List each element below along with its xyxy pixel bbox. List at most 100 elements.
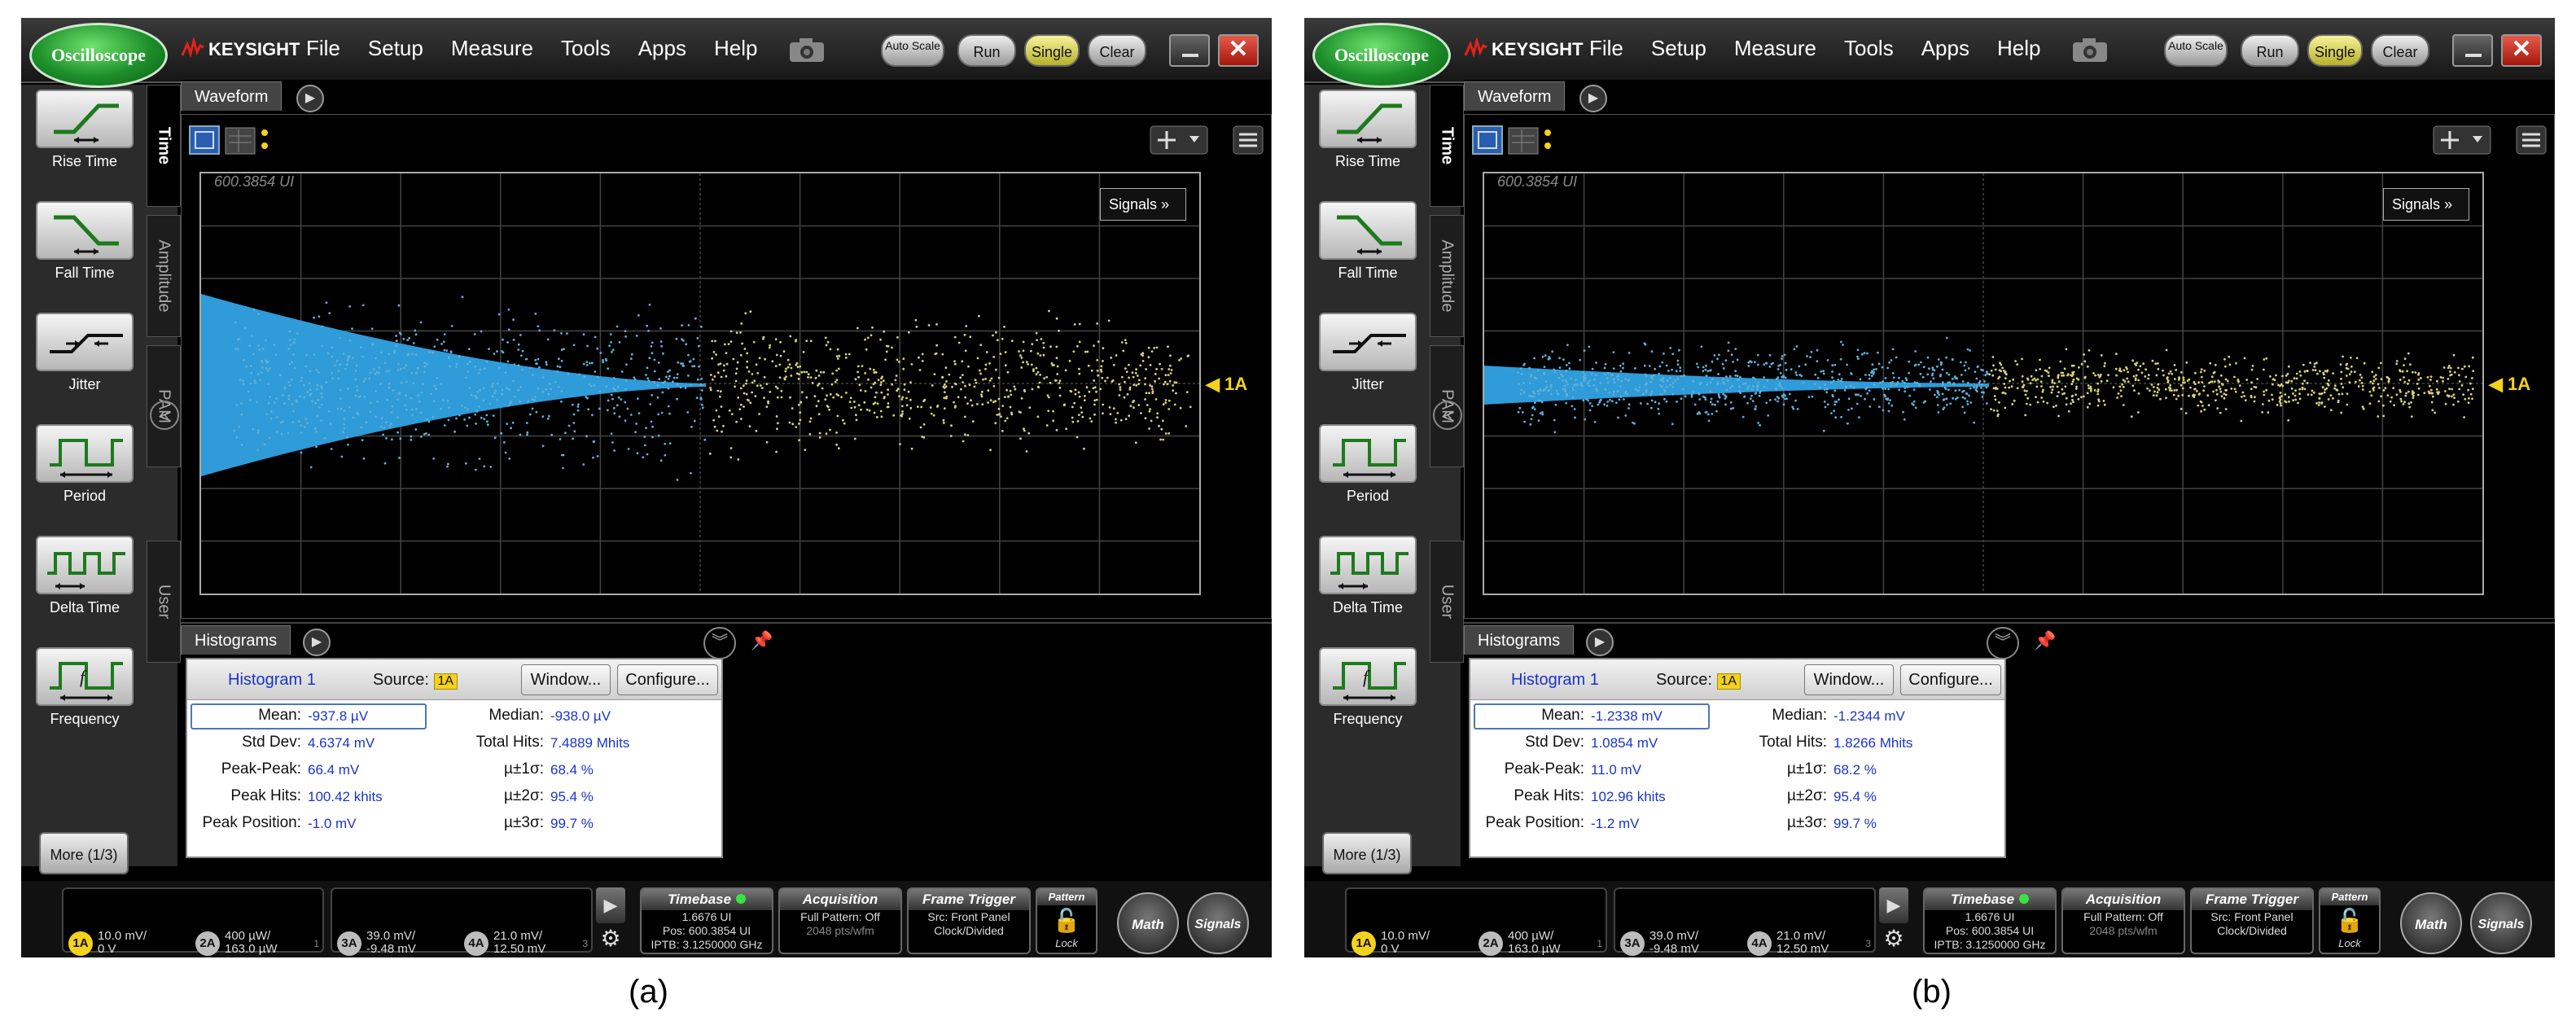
menu-apps[interactable]: Apps: [1921, 36, 1969, 61]
menu-help[interactable]: Help: [714, 36, 757, 61]
channel-badge[interactable]: 1A: [1352, 931, 1376, 956]
math-button[interactable]: Math: [2400, 892, 2462, 954]
oscilloscope-badge[interactable]: Oscilloscope: [1312, 23, 1451, 88]
channel-marker[interactable]: ◀ 1A: [1206, 374, 1247, 395]
measure-period[interactable]: Period: [1319, 424, 1417, 505]
tab-user[interactable]: User: [1430, 541, 1464, 663]
more-button[interactable]: More (1/3): [1322, 832, 1412, 874]
menu-setup[interactable]: Setup: [1651, 36, 1706, 61]
signals-dropdown[interactable]: Signals »: [1100, 188, 1186, 221]
pattern-lock-box[interactable]: Pattern 🔓 Lock: [2319, 887, 2381, 954]
collapse-panel-button[interactable]: ︾: [703, 627, 736, 659]
pin-icon[interactable]: 📌: [2034, 630, 2056, 651]
channel-badge[interactable]: 4A: [464, 931, 488, 956]
measure-jitter[interactable]: Jitter: [36, 313, 134, 393]
close-button[interactable]: ✕: [2501, 34, 2542, 67]
histograms-tab[interactable]: Histograms: [1464, 625, 1575, 655]
timebase-box[interactable]: Timebase 1.6676 UI Pos: 600.3854 UI IPTB: 3…: [640, 887, 773, 954]
channel-group[interactable]: 3A 39.0 mV/-9.48 mV 4A 21.0 mV/12.50 mV 3: [1614, 887, 1876, 956]
timebase-box[interactable]: Timebase 1.6676 UI Pos: 600.3854 UI IPTB: 3…: [1923, 887, 2057, 954]
channel-scroll-button[interactable]: ▶: [1879, 887, 1908, 923]
measure-fall-time[interactable]: Fall Time: [36, 201, 134, 282]
frame-trigger-box[interactable]: Frame Trigger Src: Front Panel Clock/Divid…: [2190, 887, 2314, 954]
waveform-tab[interactable]: Waveform: [1464, 81, 1566, 111]
source-badge[interactable]: 1A: [1716, 673, 1741, 690]
collapse-panel-button[interactable]: ︾: [1987, 627, 2019, 659]
collapse-sidebar-button[interactable]: «: [1433, 401, 1462, 430]
waveform-tab[interactable]: Waveform: [181, 81, 283, 111]
waveform-plot[interactable]: 600.3854 UI: [199, 172, 1201, 595]
histograms-play-icon[interactable]: ▶: [303, 629, 331, 656]
gear-icon[interactable]: ⚙: [596, 925, 625, 954]
histogram-name[interactable]: Histogram 1: [1511, 671, 1599, 690]
clear-button[interactable]: Clear: [2371, 34, 2429, 67]
measure-rise-time[interactable]: Rise Time: [36, 90, 134, 170]
pin-icon[interactable]: 📌: [751, 630, 773, 651]
tab-user[interactable]: User: [147, 541, 181, 663]
channel-badge[interactable]: 3A: [337, 931, 361, 956]
run-button[interactable]: Run: [957, 34, 1016, 67]
source-badge[interactable]: 1A: [433, 673, 458, 690]
frame-trigger-box[interactable]: Frame Trigger Src: Front Panel Clock/Divid…: [907, 887, 1031, 954]
tab-amplitude[interactable]: Amplitude: [1430, 215, 1464, 337]
oscilloscope-badge[interactable]: Oscilloscope: [29, 23, 168, 88]
single-button[interactable]: Single: [2307, 34, 2363, 67]
measure-period[interactable]: Period: [36, 424, 134, 505]
histograms-tab[interactable]: Histograms: [181, 625, 291, 655]
menu-tools[interactable]: Tools: [561, 36, 611, 61]
tab-amplitude[interactable]: Amplitude: [147, 215, 181, 337]
menu-icon[interactable]: [2515, 125, 2549, 157]
acquisition-box[interactable]: Acquisition Full Pattern: Off 2048 pts/wfm: [778, 887, 902, 954]
waveform-plot[interactable]: 600.3854 UI: [1483, 172, 2484, 595]
minimize-button[interactable]: [1169, 34, 1210, 67]
histogram-name[interactable]: Histogram 1: [228, 671, 316, 690]
measure-jitter[interactable]: Jitter: [1319, 313, 1417, 393]
signals-button[interactable]: Signals: [1187, 892, 1249, 954]
window-button[interactable]: Window...: [521, 664, 611, 695]
measure-frequency[interactable]: f Frequency: [1319, 647, 1417, 728]
pan-zoom-icon[interactable]: [2432, 125, 2497, 157]
menu-icon[interactable]: [1232, 125, 1266, 157]
clear-button[interactable]: Clear: [1088, 34, 1146, 67]
math-button[interactable]: Math: [1117, 892, 1179, 954]
close-button[interactable]: ✕: [1218, 34, 1259, 67]
menu-file[interactable]: File: [306, 36, 340, 61]
auto-scale-button[interactable]: Auto Scale: [881, 34, 944, 67]
histograms-play-icon[interactable]: ▶: [1586, 629, 1614, 656]
menu-measure[interactable]: Measure: [451, 36, 533, 61]
menu-apps[interactable]: Apps: [638, 36, 686, 61]
channel-badge[interactable]: 2A: [1479, 931, 1503, 956]
tab-time[interactable]: Time: [1430, 85, 1464, 207]
tab-time[interactable]: Time: [147, 85, 181, 207]
menu-file[interactable]: File: [1589, 36, 1623, 61]
menu-setup[interactable]: Setup: [368, 36, 423, 61]
channel-marker[interactable]: ◀ 1A: [2489, 374, 2530, 395]
channel-badge[interactable]: 1A: [68, 931, 93, 956]
menu-measure[interactable]: Measure: [1734, 36, 1816, 61]
collapse-sidebar-button[interactable]: «: [150, 401, 179, 430]
window-button[interactable]: Window...: [1804, 664, 1894, 695]
measure-delta-time[interactable]: Delta Time: [36, 536, 134, 616]
channel-group[interactable]: 3A 39.0 mV/-9.48 mV 4A 21.0 mV/12.50 mV 3: [331, 887, 593, 956]
pan-zoom-icon[interactable]: [1149, 125, 1214, 157]
run-button[interactable]: Run: [2241, 34, 2299, 67]
measure-frequency[interactable]: f Frequency: [36, 647, 134, 728]
channel-badge[interactable]: 3A: [1620, 931, 1645, 956]
layout-icons[interactable]: [1471, 125, 1553, 157]
gear-icon[interactable]: ⚙: [1879, 925, 1908, 954]
channel-group[interactable]: 1A 10.0 mV/0 V 2A 400 µW/163.0 µW 1: [1345, 887, 1607, 956]
measure-rise-time[interactable]: Rise Time: [1319, 90, 1417, 170]
menu-help[interactable]: Help: [1997, 36, 2040, 61]
channel-badge[interactable]: 4A: [1747, 931, 1772, 956]
more-button[interactable]: More (1/3): [39, 832, 129, 874]
channel-scroll-button[interactable]: ▶: [596, 887, 625, 923]
measure-fall-time[interactable]: Fall Time: [1319, 201, 1417, 282]
camera-icon[interactable]: [786, 36, 827, 64]
auto-scale-button[interactable]: Auto Scale: [2164, 34, 2228, 67]
layout-icons[interactable]: [188, 125, 269, 157]
measure-delta-time[interactable]: Delta Time: [1319, 536, 1417, 616]
minimize-button[interactable]: [2452, 34, 2493, 67]
configure-button[interactable]: Configure...: [617, 664, 718, 695]
signals-button[interactable]: Signals: [2470, 892, 2532, 954]
channel-group[interactable]: 1A 10.0 mV/0 V 2A 400 µW/163.0 µW 1: [62, 887, 324, 956]
